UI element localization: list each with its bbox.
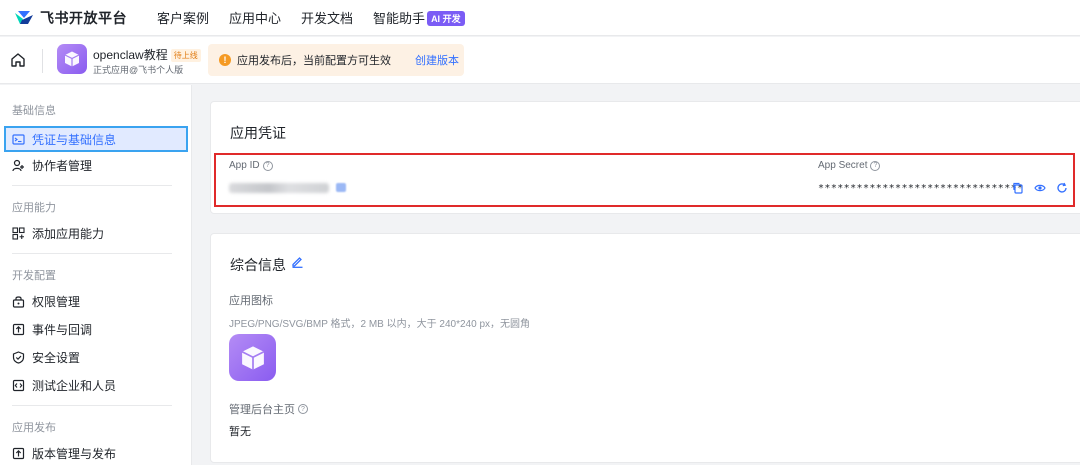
app-avatar — [57, 44, 87, 74]
sidebar-divider — [12, 405, 172, 406]
homepage-label: 管理后台主页? — [229, 401, 308, 417]
ai-badge: AI 开发 — [427, 11, 465, 26]
sidebar-section-basic: 基础信息 — [12, 105, 56, 117]
help-icon[interactable]: ? — [298, 404, 308, 414]
sidebar-item-credentials[interactable]: 凭证与基础信息 — [4, 126, 188, 152]
credential-icon — [12, 133, 25, 145]
help-icon[interactable]: ? — [262, 160, 273, 171]
sidebar-item-label: 凭证与基础信息 — [32, 132, 117, 147]
sidebar-divider — [12, 185, 172, 186]
sidebar-divider — [12, 253, 172, 254]
sidebar-item-security[interactable]: 安全设置 — [4, 344, 188, 370]
brand-name: 飞书开放平台 — [40, 9, 127, 26]
edit-icon[interactable] — [291, 255, 304, 268]
warning-icon: ! — [219, 54, 231, 66]
sidebar-item-label: 权限管理 — [32, 294, 81, 309]
status-badge: 待上线 — [170, 49, 201, 62]
create-version-link[interactable]: 创建版本 — [415, 52, 459, 68]
app-subtitle: 正式应用@飞书个人版 — [93, 65, 184, 75]
sidebar-item-label: 事件与回调 — [32, 322, 93, 337]
app-id-value — [229, 183, 329, 193]
user-add-icon — [12, 159, 24, 171]
sidebar-section-capabilities: 应用能力 — [12, 202, 56, 214]
app-secret-label-text: App Secret — [818, 160, 868, 171]
app-name-text: openclaw教程 — [93, 48, 168, 62]
highlight-box — [214, 153, 1075, 207]
nav-assistant-label: 智能助手 — [373, 11, 426, 26]
sidebar-item-events[interactable]: 事件与回调 — [4, 316, 188, 342]
brand[interactable]: 飞书开放平台 — [14, 8, 127, 28]
feishu-logo-icon — [15, 10, 33, 24]
lock-icon — [12, 295, 25, 308]
sidebar-item-label: 安全设置 — [32, 350, 81, 365]
sidebar-item-versions[interactable]: 版本管理与发布 — [4, 440, 188, 465]
app-name: openclaw教程 待上线 — [93, 46, 201, 63]
copy-icon[interactable] — [1012, 182, 1024, 194]
app-icon-hint: JPEG/PNG/SVG/BMP 格式，2 MB 以内，大于 240*240 p… — [229, 319, 531, 330]
sidebar-item-add-capability[interactable]: 添加应用能力 — [4, 220, 188, 246]
sidebar-item-permissions[interactable]: 权限管理 — [4, 288, 188, 314]
homepage-label-text: 管理后台主页 — [229, 404, 295, 416]
shield-icon — [12, 350, 25, 364]
home-icon[interactable] — [10, 52, 26, 68]
event-icon — [12, 323, 25, 335]
cube-icon — [64, 51, 80, 67]
nav-assistant[interactable]: 智能助手 AI 开发 — [373, 8, 465, 27]
copy-icon[interactable] — [336, 183, 346, 192]
sidebar-item-label: 测试企业和人员 — [32, 378, 117, 393]
eye-icon[interactable] — [1034, 182, 1046, 194]
credentials-title: 应用凭证 — [230, 125, 286, 141]
app-icon-label: 应用图标 — [229, 295, 273, 307]
cube-icon — [241, 345, 264, 370]
sidebar-item-collaborators[interactable]: 协作者管理 — [4, 152, 188, 178]
nav-app-center[interactable]: 应用中心 — [229, 8, 281, 27]
header-divider — [42, 49, 43, 73]
notice-text: 应用发布后，当前配置方可生效 — [237, 55, 391, 67]
code-icon — [12, 379, 25, 391]
app-header: openclaw教程 待上线 正式应用@飞书个人版 ! 应用发布后，当前配置方可生… — [0, 37, 1080, 84]
sidebar-section-dev-config: 开发配置 — [12, 270, 56, 282]
grid-add-icon — [12, 226, 25, 240]
sidebar-item-test-tenants[interactable]: 测试企业和人员 — [4, 372, 188, 398]
sidebar-item-label: 添加应用能力 — [32, 226, 105, 241]
help-icon[interactable]: ? — [870, 160, 881, 171]
top-nav: 飞书开放平台 客户案例 应用中心 开发文档 智能助手 AI 开发 — [0, 0, 1080, 36]
sidebar-item-label: 协作者管理 — [32, 158, 93, 173]
app-secret-label: App Secret? — [818, 160, 881, 171]
nav-customer-cases[interactable]: 客户案例 — [157, 8, 209, 27]
app-id-label: App ID? — [229, 160, 273, 171]
app-secret-value: ******************************** — [818, 183, 1024, 194]
sidebar: 基础信息 凭证与基础信息 协作者管理 应用能力 添加应用能力 开发配置 权限管理… — [0, 85, 192, 465]
nav-dev-docs[interactable]: 开发文档 — [301, 8, 353, 27]
app-icon-preview[interactable] — [229, 334, 276, 381]
homepage-value: 暂无 — [229, 426, 251, 438]
app-id-label-text: App ID — [229, 160, 260, 171]
publish-notice: ! 应用发布后，当前配置方可生效 创建版本 — [208, 44, 464, 76]
refresh-icon[interactable] — [1056, 182, 1068, 194]
general-info-card: 综合信息 — [210, 233, 1080, 463]
sidebar-section-release: 应用发布 — [12, 422, 56, 434]
general-info-title: 综合信息 — [230, 257, 286, 273]
upload-icon — [12, 447, 25, 459]
sidebar-item-label: 版本管理与发布 — [32, 446, 117, 461]
